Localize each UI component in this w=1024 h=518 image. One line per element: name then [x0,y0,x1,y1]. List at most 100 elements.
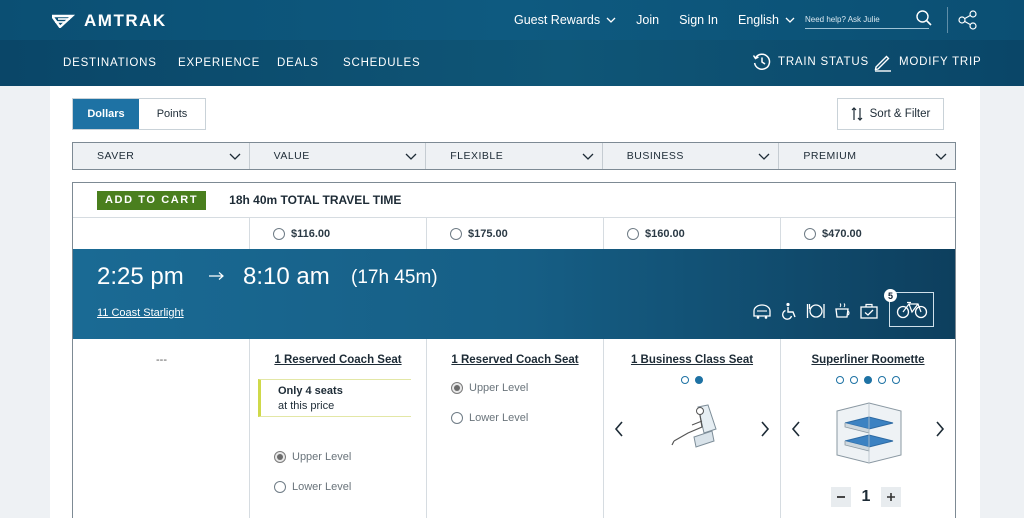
nav-experience[interactable]: EXPERIENCE [178,57,260,69]
chevron-right-icon[interactable] [935,421,945,437]
fare-value[interactable]: VALUE [250,143,427,169]
price-premium[interactable]: $470.00 [781,218,955,249]
limited-seats-notice: Only 4 seats at this price [258,379,411,417]
nav-destinations[interactable]: DESTINATIONS [63,57,157,69]
fare-class-bar: SAVER VALUE FLEXIBLE BUSINESS PREMIUM [72,142,956,170]
train-status-link[interactable]: TRAIN STATUS [752,52,869,72]
option-business: 1 Business Class Seat [604,339,781,518]
search-icon[interactable] [915,9,933,27]
level-radio[interactable] [451,412,463,424]
chevron-down-icon [229,153,241,160]
sign-in-link[interactable]: Sign In [679,13,718,27]
lower-level-option[interactable]: Lower Level [274,481,351,493]
chevron-left-icon[interactable] [791,421,801,437]
carousel-dot[interactable] [892,376,900,384]
chevron-down-icon [785,17,795,23]
price-flexible[interactable]: $175.00 [427,218,604,249]
price-row: $116.00 $175.00 $160.00 $470.00 [73,217,955,249]
observation-car-icon[interactable] [752,302,772,320]
dining-icon[interactable] [806,302,826,320]
nav-deals[interactable]: DEALS [277,57,319,69]
accessible-icon[interactable] [780,302,798,320]
fare-label: PREMIUM [803,150,857,162]
accommodation-row: --- 1 Reserved Coach Seat Only 4 seats a… [73,339,955,518]
price-amount: $470.00 [822,227,862,240]
carousel-dots [781,376,955,384]
minus-icon [837,496,845,498]
carousel-dot[interactable] [695,376,703,384]
train-status-label: TRAIN STATUS [778,56,869,68]
carousel-dot[interactable] [878,376,886,384]
level-radio[interactable] [451,382,463,394]
fare-premium[interactable]: PREMIUM [779,143,955,169]
bike-count-badge: 5 [884,289,897,302]
upper-level-option[interactable]: Upper Level [274,451,351,463]
carousel-dot[interactable] [850,376,858,384]
checked-baggage-icon[interactable] [859,302,879,320]
fare-flexible[interactable]: FLEXIBLE [426,143,603,169]
quantity-stepper: 1 [831,487,901,507]
accommodation-title[interactable]: 1 Reserved Coach Seat [427,354,603,366]
chevron-right-icon[interactable] [760,421,770,437]
clock-history-icon [752,53,771,70]
price-radio[interactable] [273,227,285,240]
modify-trip-label: MODIFY TRIP [899,56,982,68]
upper-level-option[interactable]: Upper Level [451,382,528,394]
fare-business[interactable]: BUSINESS [603,143,780,169]
chevron-left-icon[interactable] [614,421,624,437]
fare-label: BUSINESS [626,150,684,162]
carousel-dot[interactable] [836,376,844,384]
trip-duration: (17h 45m) [351,267,438,288]
accommodation-title[interactable]: 1 Reserved Coach Seat [250,354,426,366]
price-radio[interactable] [450,227,462,240]
fare-label: VALUE [273,150,310,162]
business-seat-illustration [671,404,717,448]
share-icon[interactable] [958,10,978,30]
price-value[interactable]: $116.00 [250,218,427,249]
amtrak-logo[interactable]: AMTRAK [52,11,167,31]
fare-saver[interactable]: SAVER [73,143,250,169]
arrow-right-icon [208,269,226,284]
guest-rewards-menu[interactable]: Guest Rewards [514,13,616,27]
help-search-input[interactable] [805,15,909,24]
chevron-down-icon [758,153,770,160]
bike-icon [896,301,927,318]
carousel-dot[interactable] [864,376,872,384]
chevron-down-icon [405,153,417,160]
language-menu[interactable]: English [738,13,795,27]
lower-level-option[interactable]: Lower Level [451,412,528,424]
price-amount: $116.00 [291,227,331,240]
trip-card: ADD TO CART 18h 40m TOTAL TRAVEL TIME $1… [72,182,956,518]
pencil-icon [874,55,891,72]
decrement-button[interactable] [831,487,851,507]
price-business[interactable]: $160.00 [604,218,781,249]
departure-time: 2:25 pm [97,263,184,290]
option-premium: Superliner Roomette 1 [781,339,955,518]
price-amount: $160.00 [645,227,685,240]
modify-trip-link[interactable]: MODIFY TRIP [873,52,982,72]
cafe-icon[interactable] [833,302,853,320]
quantity-value: 1 [861,488,871,505]
nav-schedules[interactable]: SCHEDULES [343,57,421,69]
accommodation-title[interactable]: Superliner Roomette [781,354,955,366]
sort-filter-label: Sort & Filter [869,108,931,120]
join-link[interactable]: Join [636,13,659,27]
sort-filter-button[interactable]: Sort & Filter [837,98,944,130]
top-header: AMTRAK Guest Rewards Join Sign In Englis… [0,0,1024,40]
dollars-toggle[interactable]: Dollars [73,99,139,129]
points-toggle[interactable]: Points [139,99,205,129]
price-saver [73,218,250,249]
train-name-link[interactable]: 11 Coast Starlight [97,307,184,319]
results-panel: Dollars Points Sort & Filter SAVER VALUE… [50,86,980,518]
increment-button[interactable] [881,487,901,507]
carousel-dot[interactable] [681,376,689,384]
level-radio[interactable] [274,451,286,463]
total-travel-time: 18h 40m TOTAL TRAVEL TIME [229,193,402,207]
price-radio[interactable] [627,227,639,240]
option-flexible: 1 Reserved Coach Seat Upper Level Lower … [427,339,604,518]
accommodation-title[interactable]: 1 Business Class Seat [604,354,780,366]
price-radio[interactable] [804,227,816,240]
level-radio[interactable] [274,481,286,493]
add-to-cart-button[interactable]: ADD TO CART [97,190,207,210]
notice-line: at this price [278,400,335,412]
